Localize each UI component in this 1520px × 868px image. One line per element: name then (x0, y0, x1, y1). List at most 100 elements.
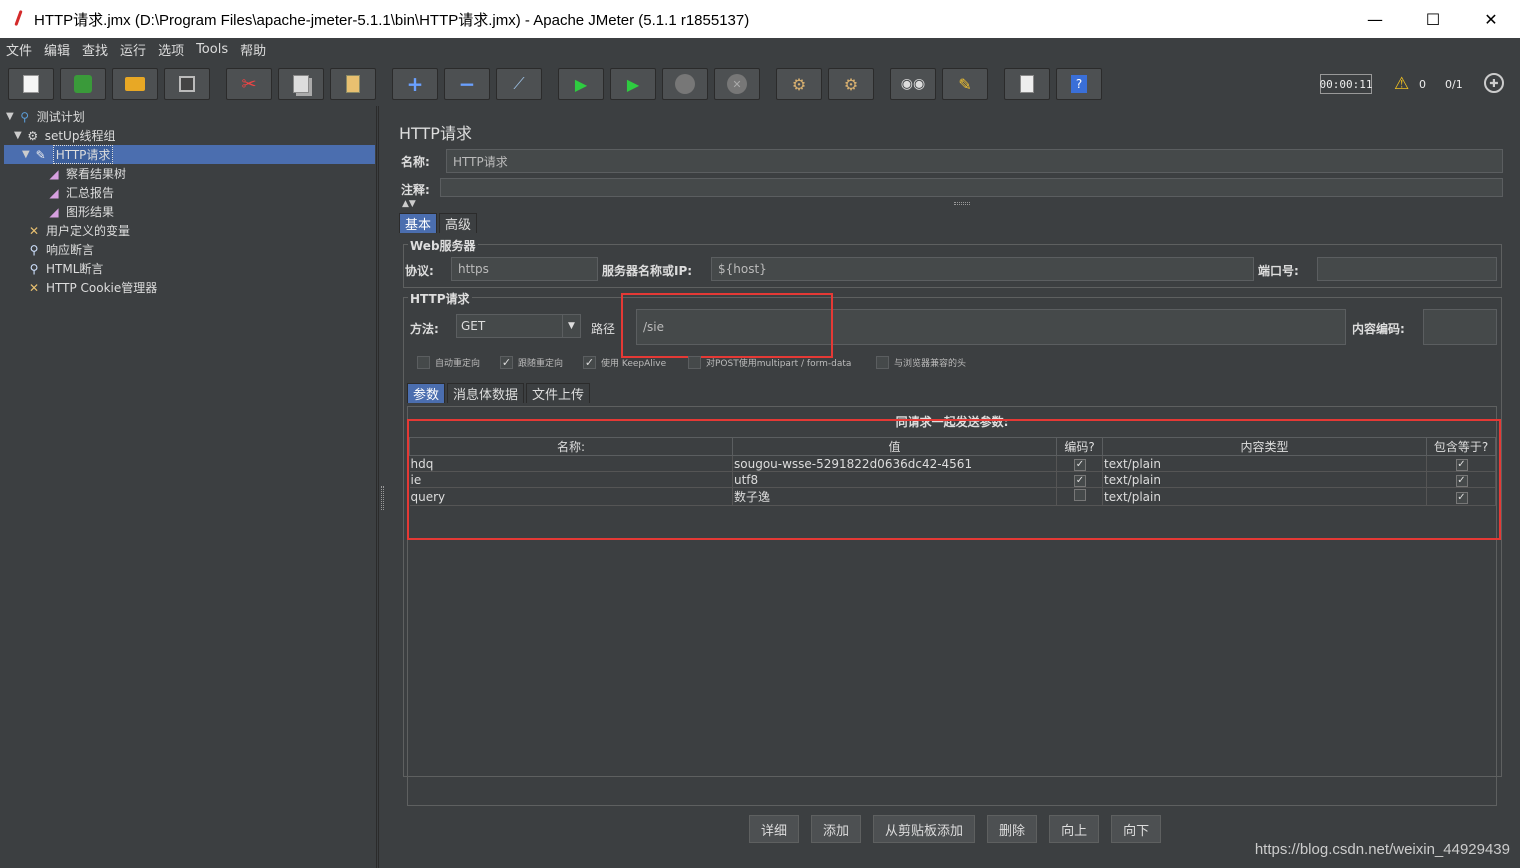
menu-run[interactable]: 运行 (120, 40, 146, 59)
reset-search-button[interactable]: ✎ (942, 68, 988, 100)
tree-expand-arrow-icon[interactable]: ▼ (6, 111, 14, 122)
server-label: 服务器名称或IP: (602, 264, 693, 278)
jmeter-feather-icon (12, 10, 24, 28)
shutdown-button[interactable]: ✕ (714, 68, 760, 100)
minimize-button[interactable]: — (1346, 0, 1404, 38)
close-button[interactable]: ✕ (1462, 0, 1520, 38)
stop-button[interactable] (662, 68, 708, 100)
pane-splitter[interactable] (378, 106, 386, 868)
page-title: HTTP请求 (399, 124, 472, 143)
assertion-icon: ⚲ (29, 261, 39, 276)
tab-body-data[interactable]: 消息体数据 (447, 383, 525, 403)
tab-basic[interactable]: 基本 (399, 213, 438, 233)
function-helper-button[interactable] (1004, 68, 1050, 100)
tree-item-label: 测试计划 (36, 110, 85, 124)
menu-tools[interactable]: Tools (196, 42, 228, 57)
tree-expand-arrow-icon[interactable]: ▼ (14, 130, 22, 141)
detail-button[interactable]: 详细 (749, 815, 800, 843)
tab-parameters[interactable]: 参数 (407, 383, 446, 403)
server-field[interactable]: ${host} (711, 257, 1254, 281)
collapse-button[interactable]: − (444, 68, 490, 100)
tree-item-label: HTTP Cookie管理器 (46, 281, 158, 295)
sampler-icon: ✎ (35, 147, 46, 162)
tree-item-html-assertion[interactable]: ⚲ HTML断言 (26, 259, 104, 278)
templates-button[interactable] (60, 68, 106, 100)
content-encoding-field[interactable] (1423, 309, 1497, 345)
menu-help[interactable]: 帮助 (240, 40, 266, 59)
method-select[interactable]: GET ▼ (456, 314, 581, 338)
option-follow-redirect[interactable]: ✓ 跟随重定向 (500, 356, 563, 369)
method-label: 方法: (410, 322, 439, 336)
open-icon (125, 77, 145, 91)
save-button[interactable] (164, 68, 210, 100)
config-icon: ✕ (28, 280, 40, 295)
option-browser-compatible-headers[interactable]: 与浏览器兼容的头 (876, 356, 966, 369)
tree-item-http-request[interactable]: ▼ ✎ HTTP请求 (22, 145, 114, 164)
paste-button[interactable] (330, 68, 376, 100)
web-server-title: Web服务器 (408, 237, 478, 254)
menu-options[interactable]: 选项 (158, 40, 184, 59)
start-button[interactable]: ▶ (558, 68, 604, 100)
test-plan-tree: ▼ ⚲ 测试计划 ▼ ⚙ setUp线程组 ▼ ✎ HTTP请求 ◢ 察看结果树… (0, 106, 377, 868)
clear-button[interactable]: ⚙ (776, 68, 822, 100)
new-button[interactable] (8, 68, 54, 100)
option-auto-redirect[interactable]: 自动重定向 (417, 356, 480, 369)
listener-icon: ◢ (49, 166, 59, 181)
menu-edit[interactable]: 编辑 (44, 40, 70, 59)
remote-globe-icon[interactable]: ✚ (1484, 73, 1504, 93)
port-field[interactable] (1317, 257, 1497, 281)
search-button[interactable]: ◉◉ (890, 68, 936, 100)
tree-expand-arrow-icon[interactable]: ▼ (22, 149, 30, 160)
tree-item-setup-thread-group[interactable]: ▼ ⚙ setUp线程组 (14, 126, 115, 145)
option-keepalive[interactable]: ✓ 使用 KeepAlive (583, 356, 666, 369)
splitter-grip[interactable] (381, 486, 384, 510)
elapsed-timer: 00:00:11 (1320, 74, 1373, 94)
tab-advanced[interactable]: 高级 (439, 213, 478, 233)
collapse-arrows-icon[interactable]: ▲▼ (402, 199, 416, 209)
maximize-button[interactable]: ☐ (1404, 0, 1462, 38)
checkbox[interactable] (688, 356, 701, 369)
option-label: 跟随重定向 (518, 359, 564, 369)
checkbox[interactable] (417, 356, 430, 369)
move-up-button[interactable]: 向上 (1049, 815, 1100, 843)
delete-button[interactable]: 删除 (987, 815, 1038, 843)
protocol-label: 协议: (405, 264, 434, 278)
add-from-clipboard-button[interactable]: 从剪贴板添加 (873, 815, 976, 843)
cut-button[interactable]: ✂ (226, 68, 272, 100)
option-label: 使用 KeepAlive (601, 359, 667, 369)
toggle-button[interactable]: ⟋ (496, 68, 542, 100)
checkbox-checked[interactable]: ✓ (583, 356, 596, 369)
help-button[interactable]: ? (1056, 68, 1102, 100)
comment-field[interactable] (440, 178, 1503, 197)
templates-icon (74, 75, 92, 93)
protocol-field[interactable]: https (451, 257, 598, 281)
expand-button[interactable]: + (392, 68, 438, 100)
tab-file-upload[interactable]: 文件上传 (526, 383, 591, 403)
start-no-pause-button[interactable]: ▶ (610, 68, 656, 100)
tree-item-test-plan[interactable]: ▼ ⚲ 测试计划 (6, 107, 85, 126)
main-tabs: 基本 高级 (399, 213, 479, 233)
open-button[interactable] (112, 68, 158, 100)
menu-search[interactable]: 查找 (82, 40, 108, 59)
horizontal-splitter-grip[interactable] (954, 202, 970, 205)
copy-button[interactable] (278, 68, 324, 100)
tree-item-user-defined-variables[interactable]: ✕ 用户定义的变量 (26, 221, 130, 240)
tree-item-graph-results[interactable]: ◢ 图形结果 (46, 202, 114, 221)
chevron-down-icon[interactable]: ▼ (562, 315, 580, 337)
checkbox[interactable] (876, 356, 889, 369)
tree-item-view-results-tree[interactable]: ◢ 察看结果树 (46, 164, 126, 183)
tree-item-http-cookie-manager[interactable]: ✕ HTTP Cookie管理器 (26, 278, 157, 297)
tree-item-response-assertion[interactable]: ⚲ 响应断言 (26, 240, 94, 259)
move-down-button[interactable]: 向下 (1111, 815, 1162, 843)
add-button[interactable]: 添加 (811, 815, 862, 843)
listener-icon: ◢ (49, 204, 59, 219)
clear-all-button[interactable]: ⚙ (828, 68, 874, 100)
name-field[interactable]: HTTP请求 (446, 149, 1503, 173)
checkbox-checked[interactable]: ✓ (500, 356, 513, 369)
option-multipart[interactable]: 对POST使用multipart / form-data (688, 356, 851, 369)
config-icon: ✕ (28, 223, 40, 238)
tree-item-label: 响应断言 (46, 243, 95, 257)
tree-item-summary-report[interactable]: ◢ 汇总报告 (46, 183, 114, 202)
menu-file[interactable]: 文件 (6, 40, 32, 59)
warning-icon[interactable]: ⚠ (1394, 74, 1409, 94)
